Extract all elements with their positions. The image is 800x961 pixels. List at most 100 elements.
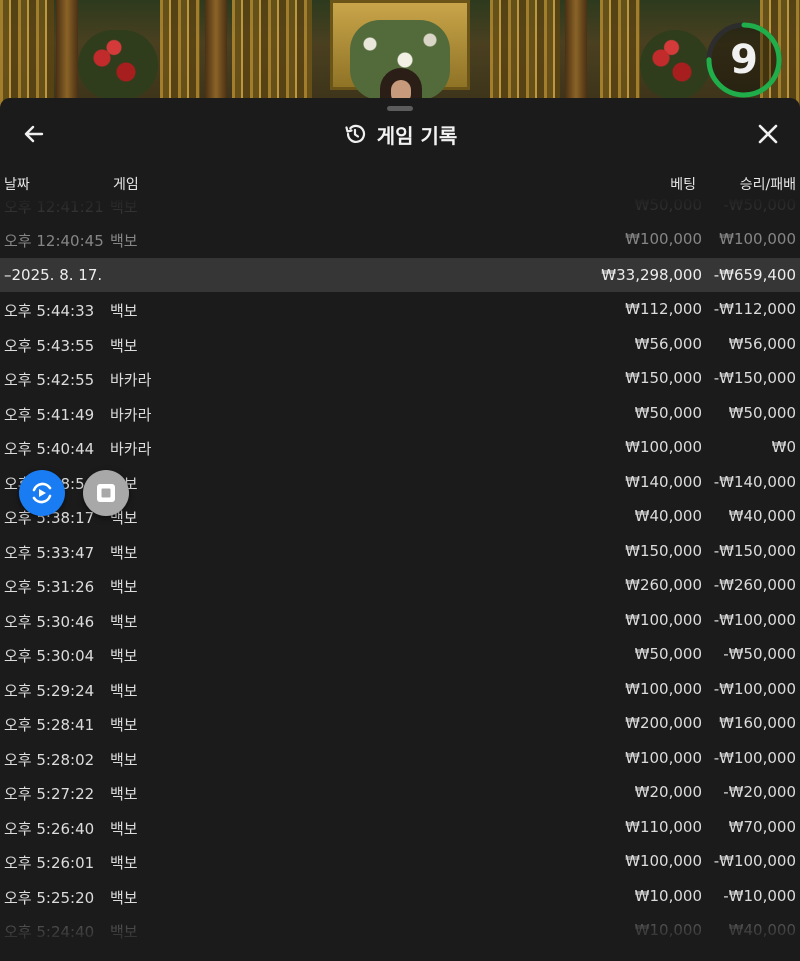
row-game: 백보 bbox=[110, 578, 138, 596]
table-row[interactable]: 오후 5:26:40 백보 ₩110,000 ₩70,000 bbox=[0, 810, 800, 844]
date-group-header[interactable]: –2025. 8. 17. ₩33,298,000 -₩659,400 bbox=[0, 258, 800, 292]
row-bet: ₩150,000 bbox=[625, 541, 702, 560]
row-bet: ₩10,000 bbox=[634, 921, 702, 939]
row-game: 백보 bbox=[110, 819, 138, 838]
row-result: -₩100,000 bbox=[713, 852, 796, 870]
row-game: 백보 bbox=[110, 336, 138, 355]
row-time: 오후 5:27:22 bbox=[4, 785, 95, 803]
row-result: -₩100,000 bbox=[713, 679, 796, 698]
screen-record-icon bbox=[32, 482, 52, 504]
row-game: 백보 bbox=[110, 923, 138, 941]
table-row[interactable]: 오후 5:40:44 바카라 ₩100,000 ₩0 bbox=[0, 430, 800, 464]
stop-button[interactable] bbox=[83, 470, 129, 516]
group-bet-total: ₩33,298,000 bbox=[601, 266, 702, 284]
row-game: 바카라 bbox=[110, 371, 152, 389]
row-bet: ₩100,000 bbox=[625, 679, 702, 698]
row-time: 오후 5:41:49 bbox=[4, 405, 95, 424]
row-game: 백보 bbox=[110, 302, 138, 320]
decor-panel bbox=[490, 0, 560, 110]
column-header-result: 승리/패배 bbox=[739, 177, 796, 193]
page-title: 게임 기록 bbox=[376, 123, 458, 148]
history-list[interactable]: 오후 12:41:21 백보 ₩50,000 -₩50,000 오후 12:40… bbox=[0, 196, 800, 961]
row-time: 오후 5:25:20 bbox=[4, 888, 95, 907]
row-time: 오후 5:30:46 bbox=[4, 612, 95, 631]
row-time: 오후 5:29:24 bbox=[4, 681, 95, 700]
game-history-sheet: 게임 기록 날짜 게임 베팅 승리/패배 오후 12:41:21 백보 ₩50,… bbox=[0, 98, 800, 961]
table-row[interactable]: 오후 5:42:55 바카라 ₩150,000 -₩150,000 bbox=[0, 361, 800, 395]
row-bet: ₩56,000 bbox=[634, 334, 702, 353]
table-row[interactable]: 오후 5:31:26 백보 ₩260,000 -₩260,000 bbox=[0, 568, 800, 602]
column-header-bet: 베팅 bbox=[670, 177, 696, 193]
row-game: 백보 bbox=[110, 750, 138, 769]
table-row[interactable]: 오후 5:44:33 백보 ₩112,000 -₩112,000 bbox=[0, 292, 800, 326]
table-row[interactable]: 오후 5:29:24 백보 ₩100,000 -₩100,000 bbox=[0, 672, 800, 706]
table-row[interactable]: 오후 5:28:02 백보 ₩100,000 -₩100,000 bbox=[0, 741, 800, 775]
row-game: 백보 bbox=[110, 888, 138, 907]
table-row[interactable]: 오후 5:30:04 백보 ₩50,000 -₩50,000 bbox=[0, 637, 800, 671]
row-time: 오후 5:28:41 bbox=[4, 716, 95, 734]
row-game: 백보 bbox=[110, 785, 138, 803]
close-icon bbox=[758, 124, 778, 144]
decor-panel bbox=[160, 0, 200, 110]
row-result: ₩50,000 bbox=[728, 403, 796, 422]
column-header-row: 날짜 게임 베팅 승리/패배 bbox=[0, 174, 800, 196]
row-bet: ₩110,000 bbox=[625, 817, 702, 836]
row-game: 바카라 bbox=[110, 440, 152, 458]
row-bet: ₩50,000 bbox=[634, 196, 702, 214]
row-result: ₩160,000 bbox=[719, 714, 796, 732]
row-bet: ₩10,000 bbox=[634, 886, 702, 905]
table-row[interactable]: 오후 5:28:41 백보 ₩200,000 ₩160,000 bbox=[0, 706, 800, 740]
row-game: 백보 bbox=[110, 232, 138, 250]
table-row[interactable]: 오후 5:41:49 바카라 ₩50,000 ₩50,000 bbox=[0, 396, 800, 430]
row-game: 백보 bbox=[110, 854, 138, 872]
column-header-date: 날짜 bbox=[4, 177, 30, 193]
row-result: -₩20,000 bbox=[723, 783, 796, 801]
row-result: -₩150,000 bbox=[713, 541, 796, 560]
table-row[interactable]: 오후 5:27:22 백보 ₩20,000 -₩20,000 bbox=[0, 775, 800, 809]
row-time: 오후 5:42:55 bbox=[4, 371, 95, 389]
row-result: -₩100,000 bbox=[713, 610, 796, 629]
row-time: 오후 5:26:40 bbox=[4, 819, 95, 838]
row-result: -₩140,000 bbox=[713, 472, 796, 491]
row-bet: ₩40,000 bbox=[634, 507, 702, 525]
row-game: 백보 bbox=[110, 647, 138, 665]
row-result: -₩100,000 bbox=[713, 748, 796, 767]
row-time: 오후 12:40:45 bbox=[4, 232, 104, 250]
row-bet: ₩200,000 bbox=[625, 714, 702, 732]
stop-icon bbox=[97, 484, 115, 502]
row-result: -₩50,000 bbox=[723, 196, 796, 214]
table-row[interactable]: 오후 5:25:20 백보 ₩10,000 -₩10,000 bbox=[0, 879, 800, 913]
drag-handle[interactable] bbox=[387, 106, 413, 111]
table-row[interactable]: 오후 5:30:46 백보 ₩100,000 -₩100,000 bbox=[0, 603, 800, 637]
row-time: 오후 5:43:55 bbox=[4, 336, 95, 355]
table-row[interactable]: 오후 5:26:01 백보 ₩100,000 -₩100,000 bbox=[0, 844, 800, 878]
row-bet: ₩20,000 bbox=[634, 783, 702, 801]
game-background bbox=[0, 0, 800, 110]
row-bet: ₩100,000 bbox=[625, 748, 702, 767]
table-row[interactable]: 오후 5:24:40 백보 ₩10,000 ₩40,000 bbox=[0, 913, 800, 947]
row-game: 백보 bbox=[110, 612, 138, 631]
column-header-game: 게임 bbox=[113, 177, 139, 193]
row-time: 오후 5:40:44 bbox=[4, 440, 95, 458]
row-game: 백보 bbox=[110, 198, 138, 216]
countdown-timer-value: 9 bbox=[730, 37, 758, 83]
table-row[interactable]: 오후 5:33:47 백보 ₩150,000 -₩150,000 bbox=[0, 534, 800, 568]
row-bet: ₩100,000 bbox=[625, 852, 702, 870]
table-row[interactable]: 오후 5:43:55 백보 ₩56,000 ₩56,000 bbox=[0, 327, 800, 361]
arrow-left-icon bbox=[24, 125, 44, 143]
close-button[interactable] bbox=[754, 120, 782, 148]
table-row: 오후 12:40:45 백보 ₩100,000 ₩100,000 bbox=[0, 222, 800, 256]
row-time: 오후 5:44:33 bbox=[4, 302, 95, 320]
row-bet: ₩112,000 bbox=[625, 300, 702, 318]
decor-pillar bbox=[205, 0, 227, 110]
decor-panel bbox=[0, 0, 54, 110]
decor-panel bbox=[600, 0, 640, 110]
row-time: 오후 5:31:26 bbox=[4, 578, 95, 596]
back-button[interactable] bbox=[20, 120, 48, 148]
row-result: -₩50,000 bbox=[723, 645, 796, 663]
screen-record-button[interactable] bbox=[19, 470, 65, 516]
decor-panel bbox=[232, 0, 312, 110]
row-result: ₩70,000 bbox=[728, 817, 796, 836]
row-time: 오후 5:26:01 bbox=[4, 854, 95, 872]
decor-flowers bbox=[640, 30, 710, 100]
